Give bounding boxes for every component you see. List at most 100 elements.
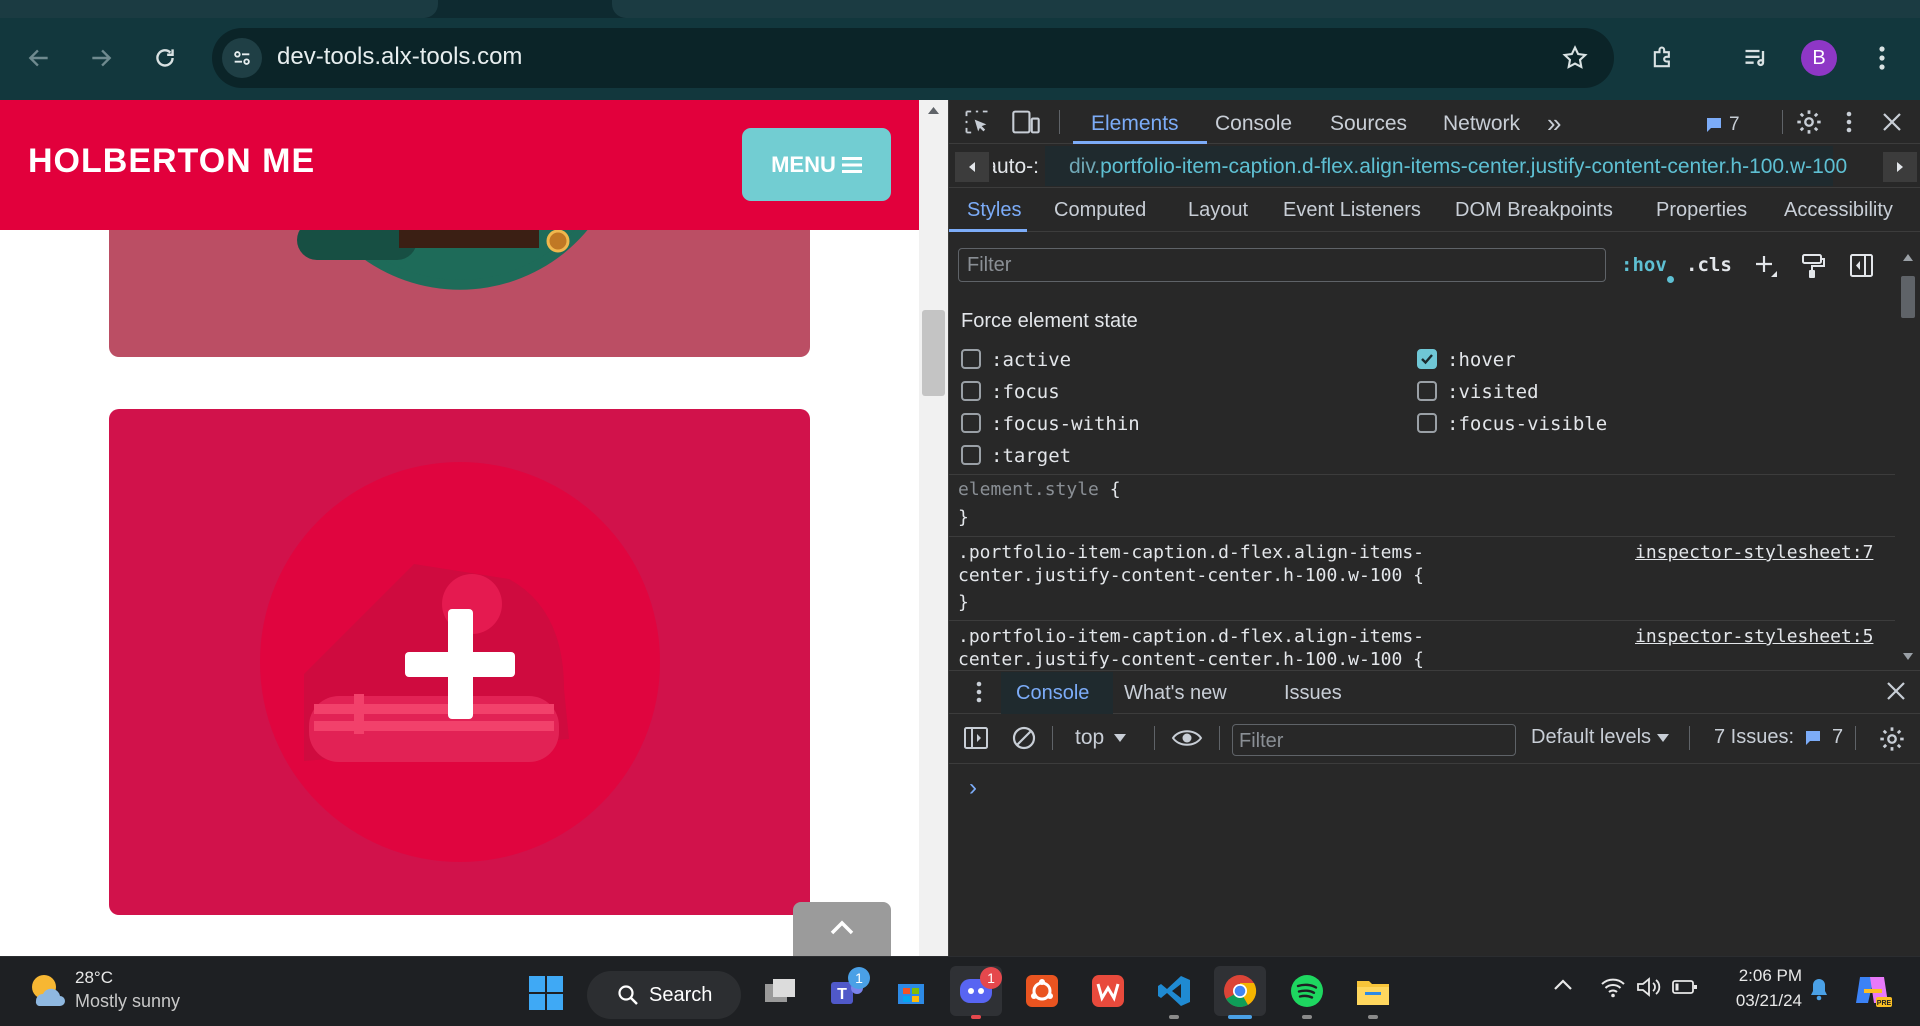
tab-accessibility[interactable]: Accessibility: [1784, 199, 1919, 222]
taskbar-search[interactable]: Search: [587, 971, 741, 1019]
wifi-icon[interactable]: [1600, 976, 1626, 1003]
microsoft-store-icon[interactable]: [885, 966, 937, 1016]
styles-scrollbar[interactable]: [1895, 250, 1920, 670]
ubuntu-icon[interactable]: [1016, 966, 1068, 1016]
page-scrollbar[interactable]: [919, 100, 948, 956]
tab-elements[interactable]: Elements: [1091, 112, 1179, 136]
extensions-icon[interactable]: [1643, 38, 1683, 78]
media-queue-icon[interactable]: [1736, 38, 1776, 78]
log-levels-dropdown[interactable]: Default levels: [1531, 726, 1670, 749]
new-rule-icon[interactable]: [1752, 252, 1780, 285]
copilot-icon[interactable]: PRE: [1852, 971, 1892, 1014]
reload-icon[interactable]: [145, 38, 185, 78]
more-menu-icon[interactable]: [1862, 38, 1902, 78]
chrome-icon[interactable]: [1214, 966, 1266, 1016]
close-devtools-icon[interactable]: [1881, 111, 1903, 138]
clear-console-icon[interactable]: [1011, 725, 1037, 756]
tab-sources[interactable]: Sources: [1330, 112, 1407, 136]
volume-icon[interactable]: [1636, 976, 1662, 1003]
drawer-tab-issues[interactable]: Issues: [1284, 682, 1342, 705]
tab-console[interactable]: Console: [1215, 112, 1292, 136]
more-tabs-icon[interactable]: »: [1547, 108, 1561, 139]
tab-properties[interactable]: Properties: [1656, 199, 1747, 222]
breadcrumb-item[interactable]: :-auto: [993, 155, 1039, 179]
console-filter-input[interactable]: Filter: [1232, 724, 1516, 756]
back-icon[interactable]: [19, 38, 59, 78]
page-scrollbar-thumb[interactable]: [922, 310, 945, 396]
menu-button[interactable]: MENU: [742, 128, 891, 201]
closing-brace: }: [958, 507, 969, 528]
tab-event-listeners[interactable]: Event Listeners: [1283, 199, 1421, 222]
checkbox-active[interactable]: [961, 349, 981, 369]
checkbox-hover[interactable]: [1417, 349, 1437, 369]
drawer-tab-whats-new[interactable]: What's new: [1124, 682, 1227, 705]
url-text[interactable]: dev-tools.alx-tools.com: [277, 43, 522, 71]
breadcrumb-scroll-right-icon[interactable]: [1883, 152, 1917, 182]
cls-toggle[interactable]: .cls: [1686, 254, 1732, 276]
weather-temp[interactable]: 28°C: [75, 968, 113, 988]
toggle-sidebar-icon[interactable]: [1849, 252, 1875, 285]
drawer-menu-icon[interactable]: [975, 680, 983, 709]
clock-date[interactable]: 03/21/24: [1714, 991, 1802, 1011]
tab-network[interactable]: Network: [1443, 112, 1520, 136]
portfolio-illustration: [260, 462, 660, 862]
checkbox-target[interactable]: [961, 445, 981, 465]
paint-roller-icon[interactable]: [1800, 252, 1826, 285]
forward-icon[interactable]: [81, 38, 121, 78]
rule-selector[interactable]: .portfolio-item-caption.d-flex.align-ite…: [958, 542, 1424, 586]
rule-selector[interactable]: .portfolio-item-caption.d-flex.align-ite…: [958, 626, 1424, 669]
profile-avatar[interactable]: B: [1801, 40, 1837, 76]
devtools-more-icon[interactable]: [1845, 110, 1853, 139]
context-selector[interactable]: top: [1075, 726, 1127, 750]
site-info-icon[interactable]: [222, 38, 262, 78]
breadcrumb-scroll-left-icon[interactable]: [955, 152, 989, 182]
issues-counter[interactable]: 7: [1705, 114, 1740, 136]
discord-badge: 1: [980, 967, 1002, 989]
tab-layout[interactable]: Layout: [1188, 199, 1248, 222]
windows-start-icon[interactable]: [528, 975, 564, 1016]
element-style-selector[interactable]: element.style {: [958, 479, 1121, 500]
task-view-icon[interactable]: [754, 966, 806, 1016]
stylesheet-link[interactable]: inspector-stylesheet:5: [1635, 626, 1873, 647]
checkbox-focus-within[interactable]: [961, 413, 981, 433]
hov-active-dot: [1667, 276, 1674, 283]
weather-sun-cloud-icon[interactable]: [28, 971, 66, 1012]
tab-dom-breakpoints[interactable]: DOM Breakpoints: [1455, 199, 1613, 222]
wps-office-icon[interactable]: [1082, 966, 1134, 1016]
notification-bell-icon[interactable]: [1808, 977, 1830, 1006]
file-explorer-icon[interactable]: [1347, 966, 1399, 1016]
scroll-down-arrow-icon[interactable]: [1895, 650, 1920, 669]
device-toolbar-icon[interactable]: [1011, 108, 1041, 141]
settings-gear-icon[interactable]: [1795, 108, 1823, 141]
scroll-to-top-button[interactable]: [793, 902, 891, 956]
close-drawer-icon[interactable]: [1885, 680, 1907, 707]
checkbox-focus-visible[interactable]: [1417, 413, 1437, 433]
live-expression-eye-icon[interactable]: [1171, 727, 1203, 754]
site-brand[interactable]: HOLBERTON ME: [28, 142, 315, 181]
styles-filter-input[interactable]: Filter: [958, 248, 1606, 282]
battery-icon[interactable]: [1672, 979, 1698, 1000]
weather-desc[interactable]: Mostly sunny: [75, 991, 180, 1012]
console-prompt[interactable]: ›: [969, 774, 977, 802]
tab-styles[interactable]: Styles: [967, 199, 1021, 222]
issues-button[interactable]: 7 Issues: 7: [1714, 726, 1843, 749]
inspect-element-icon[interactable]: [963, 108, 991, 141]
chrome-active-indicator: [1228, 1015, 1252, 1019]
stylesheet-link[interactable]: inspector-stylesheet:7: [1635, 542, 1873, 563]
tab-computed[interactable]: Computed: [1054, 199, 1146, 222]
spotify-icon[interactable]: [1281, 966, 1333, 1016]
svg-text:T: T: [837, 986, 847, 1003]
checkbox-focus[interactable]: [961, 381, 981, 401]
checkbox-visited[interactable]: [1417, 381, 1437, 401]
browser-tab[interactable]: [612, 0, 1920, 18]
show-hidden-icons-chevron[interactable]: [1552, 978, 1574, 997]
portfolio-item-hover[interactable]: [109, 409, 810, 915]
console-settings-gear-icon[interactable]: [1878, 725, 1906, 758]
bookmark-star-icon[interactable]: [1555, 38, 1595, 78]
browser-tab[interactable]: [0, 0, 438, 18]
drawer-tab-console[interactable]: Console: [1016, 682, 1089, 705]
clock-time[interactable]: 2:06 PM: [1714, 966, 1802, 986]
hov-toggle[interactable]: :hov: [1621, 254, 1667, 276]
vscode-icon[interactable]: [1148, 966, 1200, 1016]
console-sidebar-icon[interactable]: [963, 725, 989, 756]
